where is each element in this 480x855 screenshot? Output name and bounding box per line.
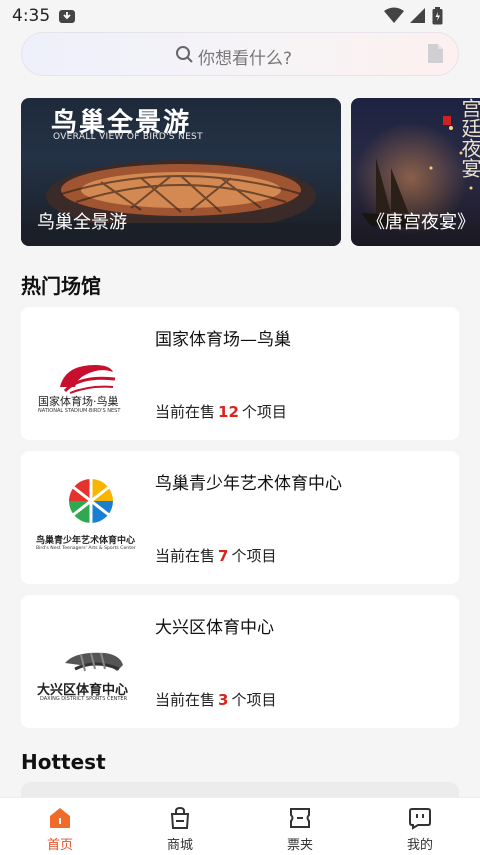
venue-card[interactable]: 国家体育场·鸟巢 NATIONAL STADIUM·BIRD'S NEST 国家…	[21, 307, 459, 440]
section-title-hottest: Hottest	[21, 750, 106, 774]
home-icon	[48, 806, 72, 834]
sale-count: 3	[218, 691, 229, 709]
tab-home[interactable]: 首页	[20, 798, 100, 855]
venue-sale-info: 当前在售 12 个项目	[155, 401, 287, 422]
banner-caption: 鸟巢全景游	[37, 212, 127, 233]
venue-sale-info: 当前在售 3 个项目	[155, 689, 276, 710]
banner-caption: 《唐宫夜宴》	[367, 212, 475, 233]
battery-icon	[432, 7, 443, 29]
venue-logo-subtext: DAXING DISTRICT SPORTS CENTER	[40, 696, 128, 702]
signal-icon	[408, 7, 426, 28]
status-bar: 4:35	[0, 0, 480, 30]
document-icon[interactable]	[427, 43, 444, 68]
venue-name: 鸟巢青少年艺术体育中心	[155, 474, 342, 494]
sale-prefix: 当前在售	[155, 547, 216, 565]
ticket-icon	[288, 806, 312, 834]
tab-label: 我的	[406, 838, 433, 853]
wifi-icon	[384, 7, 404, 28]
venue-logo-subtext: NATIONAL STADIUM·BIRD'S NEST	[38, 408, 121, 414]
sale-prefix: 当前在售	[155, 691, 216, 709]
sale-count: 7	[218, 547, 229, 565]
profile-icon	[408, 806, 432, 834]
venue-name: 大兴区体育中心	[155, 618, 274, 638]
sale-suffix: 个项目	[231, 547, 277, 565]
shopping-bag-icon	[168, 806, 192, 834]
banner-subtitle: OVERALL VIEW OF BIRD'S NEST	[53, 132, 203, 142]
search-bar[interactable]: 你想看什么?	[21, 32, 459, 76]
tab-profile[interactable]: 我的	[380, 798, 460, 855]
search-placeholder: 你想看什么?	[198, 49, 293, 69]
venue-name: 国家体育场—鸟巢	[155, 330, 291, 350]
banner-title: 宫廷夜宴	[458, 98, 480, 178]
venue-logo-subtext: Bird's Nest Teenagers' Arts & Sports Cen…	[36, 546, 136, 551]
tab-mall[interactable]: 商城	[140, 798, 220, 855]
search-icon	[175, 45, 194, 68]
venue-logo: 国家体育场·鸟巢 NATIONAL STADIUM·BIRD'S NEST	[35, 327, 145, 420]
notification-icon	[58, 7, 76, 29]
venue-card[interactable]: 大兴区体育中心 DAXING DISTRICT SPORTS CENTER 大兴…	[21, 595, 459, 728]
section-title-venues: 热门场馆	[21, 274, 101, 298]
venue-card[interactable]: 鸟巢青少年艺术体育中心 Bird's Nest Teenagers' Arts …	[21, 451, 459, 584]
sale-suffix: 个项目	[241, 403, 287, 421]
banner-birds-nest[interactable]: 鸟巢全景游 OVERALL VIEW OF BIRD'S NEST 鸟巢全景游	[21, 98, 341, 246]
sale-suffix: 个项目	[231, 691, 277, 709]
sale-prefix: 当前在售	[155, 403, 216, 421]
sale-count: 12	[218, 403, 239, 421]
status-time: 4:35	[12, 6, 51, 26]
venue-logo-text: 鸟巢青少年艺术体育中心	[36, 536, 136, 546]
banner-tang-palace[interactable]: 宫廷夜宴 《唐宫夜宴》	[351, 98, 480, 246]
tab-label: 商城	[166, 838, 193, 853]
tab-tickets[interactable]: 票夹	[260, 798, 340, 855]
bottom-tab-bar: 首页 商城 票夹 我的	[0, 797, 480, 855]
venue-sale-info: 当前在售 7 个项目	[155, 545, 276, 566]
venue-logo: 大兴区体育中心 DAXING DISTRICT SPORTS CENTER	[35, 615, 145, 708]
tab-label: 票夹	[286, 838, 313, 853]
venue-logo: 鸟巢青少年艺术体育中心 Bird's Nest Teenagers' Arts …	[35, 471, 145, 564]
venue-logo-text: 国家体育场·鸟巢	[38, 395, 119, 408]
tab-label: 首页	[46, 838, 73, 853]
